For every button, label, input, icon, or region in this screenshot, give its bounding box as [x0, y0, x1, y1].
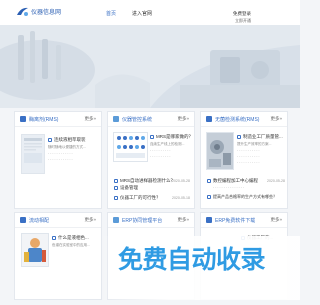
- more-link[interactable]: 更多»: [270, 116, 282, 122]
- card-category-icon: [20, 116, 26, 122]
- doc-icon: [207, 194, 211, 199]
- list-item[interactable]: 连续液相萃取装: [48, 137, 86, 143]
- machine-photo-thumbnail: [207, 133, 233, 169]
- item-date: 2020-05-28: [267, 179, 285, 183]
- item-summary-line: - - - - - - - - - - -: [237, 148, 260, 152]
- doc-icon: [114, 185, 118, 190]
- nav-home[interactable]: 首页: [106, 10, 116, 17]
- card-header: ERP免费软件下载 更多»: [201, 213, 287, 228]
- logo-text: 仪器信息网: [31, 10, 62, 16]
- doc-icon: [237, 134, 241, 139]
- item-summary-line: - - - - - - - - - - - -: [48, 151, 73, 155]
- card-header: 流动相配 更多»: [15, 213, 101, 228]
- item-summary-line: - - - - - - - - - - - -: [48, 157, 73, 161]
- item-summary-line: - - - - - - - - - -: [150, 154, 171, 158]
- doc-icon: [114, 178, 118, 183]
- more-link[interactable]: 更多»: [84, 116, 96, 122]
- card-title[interactable]: 无菌检测系统(RMS): [215, 116, 259, 123]
- product-thumbnail[interactable]: [21, 134, 45, 174]
- item-date: 2020-05-18: [172, 196, 190, 200]
- card-category-icon: [113, 116, 119, 122]
- site-logo[interactable]: 仪器信息网: [16, 5, 66, 19]
- item-date: 2020-05-28: [172, 179, 190, 183]
- more-link[interactable]: 更多»: [270, 217, 282, 223]
- list-item[interactable]: MRS自动进样器检测什么？: [114, 178, 175, 184]
- card-category-icon: [113, 217, 119, 223]
- nav-official-site[interactable]: 进入官网: [132, 10, 152, 17]
- product-thumbnail[interactable]: [206, 132, 234, 170]
- card-category-icon: [206, 116, 212, 122]
- banner-text[interactable]: 免费自动收录: [118, 240, 266, 276]
- login-button[interactable]: 免费登录: [229, 10, 255, 18]
- item-summary-line: - - - - - - - - - -: [150, 148, 171, 152]
- list-item[interactable]: 数控编程加工中心编程: [207, 178, 258, 184]
- doc-icon: [150, 134, 154, 139]
- list-item[interactable]: MRS是哪家做的？: [150, 134, 193, 140]
- card-title[interactable]: ERP协同管理平台: [122, 217, 162, 224]
- card-instrument-control: 仪器管控系统 更多» MRS是哪家做的？ 连续生产线上的检测... - - - …: [107, 111, 195, 209]
- card-title[interactable]: 仪器管控系统: [122, 116, 152, 123]
- lab-equipment-illustration: [0, 25, 300, 108]
- screenshot-thumbnail: [24, 138, 42, 163]
- hero-image: [0, 25, 300, 108]
- item-summary: 连续生产线上的检测...: [150, 142, 185, 146]
- card-header: 无菌检测系统(RMS) 更多»: [201, 112, 287, 127]
- item-summary-line: - - - - - - - - - - -: [237, 160, 260, 164]
- logo-icon: [17, 7, 28, 16]
- list-item[interactable]: 提高产品合格率的生产方式有哪些？: [207, 194, 277, 200]
- product-thumbnail[interactable]: [113, 132, 148, 162]
- more-link[interactable]: 更多»: [177, 116, 189, 122]
- doc-icon: [207, 178, 211, 183]
- doc-icon: [48, 137, 52, 142]
- list-item[interactable]: 仪器工厂的可行性？: [114, 195, 161, 201]
- item-summary-line: - - - - - - - - - - - - - - -: [213, 185, 245, 189]
- card-category-icon: [206, 217, 212, 223]
- doc-icon: [114, 195, 118, 200]
- card-header: 仪器管控系统 更多»: [108, 112, 194, 127]
- item-summary-line: - - - - - - - - - - -: [237, 154, 260, 158]
- card-header: 酶离剂(RMS) 更多»: [15, 112, 101, 127]
- item-summary: 随时随地以便捷的方式...: [48, 145, 86, 149]
- card-sterility-test: 无菌检测系统(RMS) 更多» 制造业工厂质量管... 提升生产效率的方案...…: [200, 111, 288, 209]
- top-nav-bar: 仪器信息网 首页 进入官网 免费登录 立即开通: [0, 0, 300, 25]
- more-link[interactable]: 更多»: [84, 217, 96, 223]
- card-title[interactable]: 酶离剂(RMS): [29, 116, 58, 123]
- item-summary: 提升生产效率的方案...: [237, 142, 272, 146]
- card-category-icon: [20, 217, 26, 223]
- list-item[interactable]: 制造业工厂质量管...: [237, 134, 283, 140]
- card-title[interactable]: ERP免费软件下载: [215, 217, 255, 224]
- card-title[interactable]: 流动相配: [29, 217, 49, 224]
- card-enzyme: 酶离剂(RMS) 更多» 连续液相萃取装 随时随地以便捷的方式... - - -…: [14, 111, 102, 209]
- signup-link[interactable]: 立即开通: [230, 18, 256, 24]
- card-header: ERP协同管理平台 更多»: [108, 213, 194, 228]
- more-link[interactable]: 更多»: [177, 217, 189, 223]
- process-diagram-thumbnail: [116, 136, 145, 158]
- list-item[interactable]: 设备管理: [114, 185, 138, 191]
